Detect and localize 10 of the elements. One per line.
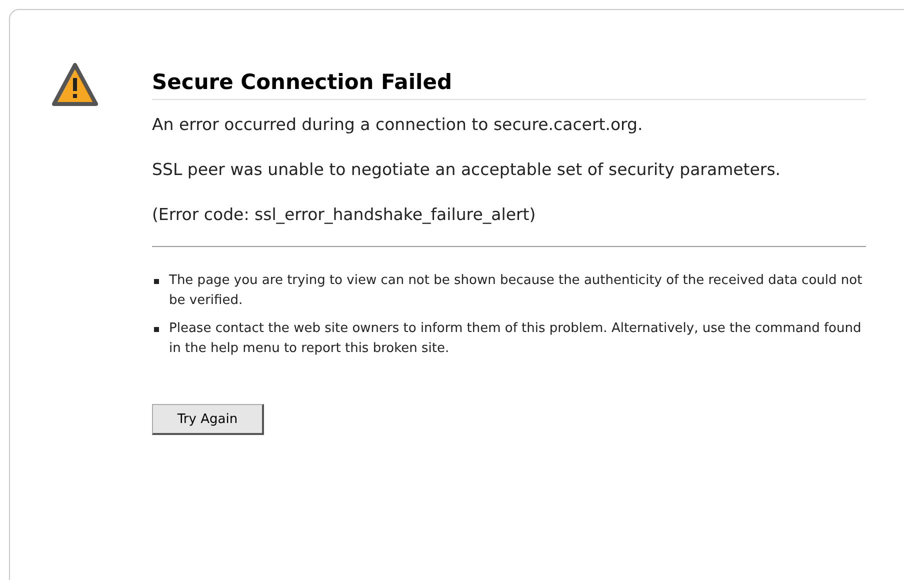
- detail-text: Please contact the web site owners to inform them of this problem. Alternatively, use the command found in the help menu to report this broken site.: [169, 320, 862, 358]
- error-message: An error occurred during a connection to secure.cacert.org.: [152, 114, 644, 136]
- bullet-icon: [154, 279, 159, 284]
- error-message: (Error code: ssl_error_handshake_failure_alert): [152, 204, 537, 226]
- error-title: Secure Connection Failed: [152, 70, 866, 100]
- error-message: SSL peer was unable to negotiate an acceptable set of security parameters.: [152, 159, 782, 181]
- warning-icon: [52, 62, 98, 108]
- try-again-button[interactable]: Try Again: [152, 404, 264, 435]
- detail-text: The page you are trying to view can not be shown because the authenticity of the received data could not be verified.: [169, 272, 864, 310]
- bullet-icon: [154, 327, 159, 332]
